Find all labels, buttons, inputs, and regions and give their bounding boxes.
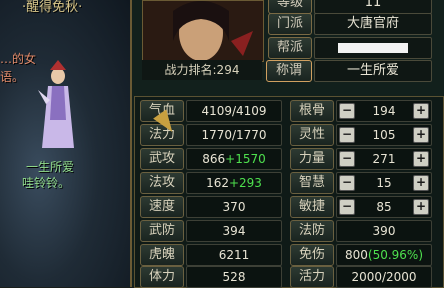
stat-phys-atk-value: 866+1570: [186, 148, 282, 170]
stat-magic-def-value: 390: [336, 220, 432, 242]
title-button[interactable]: 称谓: [266, 60, 312, 82]
stat-phys-atk-base: 866: [202, 152, 226, 166]
combat-rank: 战力排名:294: [142, 60, 262, 80]
stat-spirit-label: 灵性: [290, 124, 334, 146]
strength-plus-button[interactable]: +: [413, 151, 429, 167]
agility-plus-button[interactable]: +: [413, 199, 429, 215]
faction-label: 门派: [268, 13, 312, 35]
constitution-minus-button[interactable]: −: [339, 103, 355, 119]
agility-minus-button[interactable]: −: [339, 199, 355, 215]
character-portrait: [142, 0, 264, 62]
stat-magic-atk-label: 法攻: [140, 172, 184, 194]
guild-redacted: [338, 42, 408, 53]
stat-stamina-label: 体力: [140, 266, 184, 288]
scene-title-text: ·醒得免秋·: [22, 0, 83, 15]
character-sprite[interactable]: [28, 60, 88, 150]
stat-phys-def-value: 394: [186, 220, 282, 242]
stat-phys-atk-label: 武攻: [140, 148, 184, 170]
title-value: 一生所爱: [314, 60, 432, 82]
level-label: 等级: [268, 0, 312, 14]
portrait-art: [143, 1, 263, 61]
stat-magic-atk-bonus: +293: [228, 176, 262, 190]
character-name: 一生所爱: [26, 160, 75, 174]
stat-vitality-value: 2000/2000: [336, 266, 432, 288]
stat-phys-def-label: 武防: [140, 220, 184, 242]
wisdom-minus-button[interactable]: −: [339, 175, 355, 191]
stat-mp-value: 1770/1770: [186, 124, 282, 146]
constitution-plus-button[interactable]: +: [413, 103, 429, 119]
wisdom-plus-button[interactable]: +: [413, 175, 429, 191]
game-scene: ·醒得免秋· …的女 语。 一生所爱 哇铃铃。: [0, 0, 130, 287]
stat-dmg-reduce-base: 800: [344, 248, 368, 262]
stat-dmg-reduce-bonus: (50.96%): [367, 248, 424, 262]
stat-speed-label: 速度: [140, 196, 184, 218]
chat-text-2: 语。: [0, 70, 25, 84]
strength-minus-button[interactable]: −: [339, 151, 355, 167]
stat-hp-value: 4109/4109: [186, 100, 282, 122]
stat-stamina-value: 528: [186, 266, 282, 288]
stat-magic-atk-base: 162: [206, 176, 229, 190]
stat-wisdom-label: 智慧: [290, 172, 334, 194]
stat-dmg-reduce-label: 免伤: [290, 244, 334, 266]
stat-magic-def-label: 法防: [290, 220, 334, 242]
level-value: 11: [314, 0, 432, 14]
spirit-plus-button[interactable]: +: [413, 127, 429, 143]
stat-constitution-label: 根骨: [290, 100, 334, 122]
stat-tiger-soul-label: 虎魄: [140, 244, 184, 266]
stat-phys-atk-bonus: +1570: [225, 152, 266, 166]
stat-agility-label: 敏捷: [290, 196, 334, 218]
stat-strength-label: 力量: [290, 148, 334, 170]
stat-dmg-reduce-value: 800(50.96%): [336, 244, 432, 266]
stat-vitality-label: 活力: [290, 266, 334, 288]
stat-tiger-soul-value: 6211: [186, 244, 282, 266]
guild-value: [314, 37, 432, 59]
character-title: 哇铃铃。: [22, 176, 71, 190]
stat-speed-value: 370: [186, 196, 282, 218]
spirit-minus-button[interactable]: −: [339, 127, 355, 143]
guild-label: 帮派: [268, 37, 312, 59]
faction-value: 大唐官府: [314, 13, 432, 35]
stat-magic-atk-value: 162+293: [186, 172, 282, 194]
